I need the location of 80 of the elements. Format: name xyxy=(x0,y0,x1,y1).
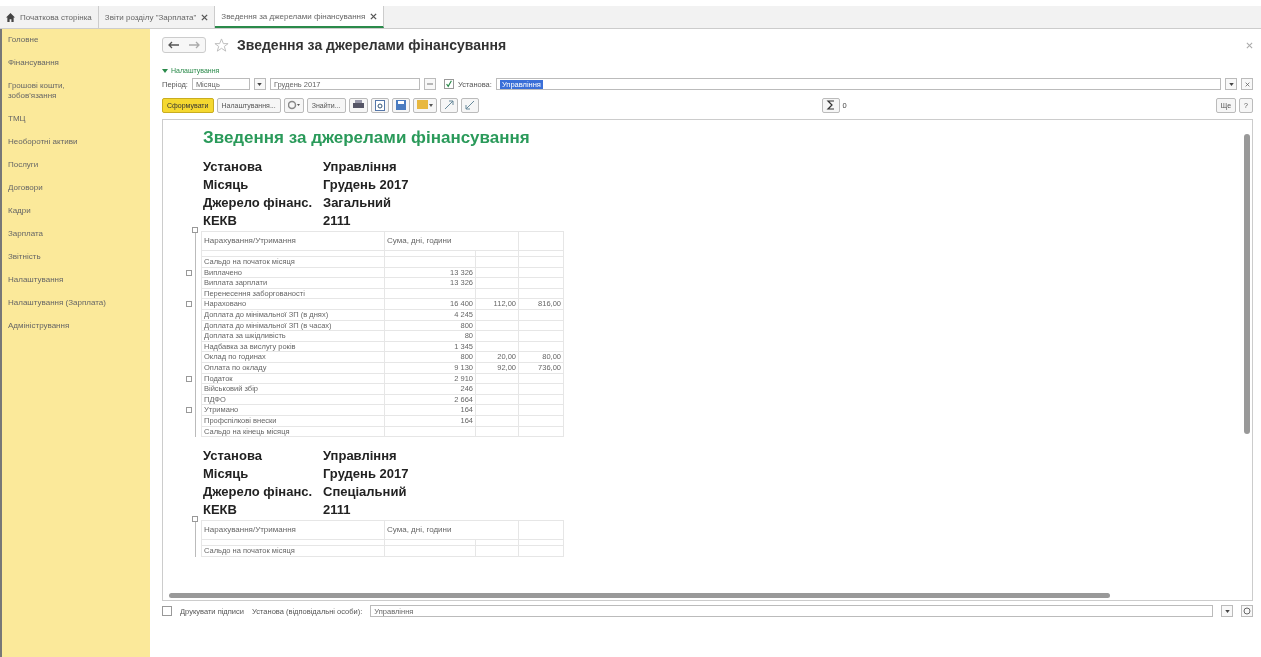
tab-label: Звіти розділу "Зарплата" xyxy=(104,12,197,22)
caret-icon xyxy=(1228,82,1234,86)
preview-icon xyxy=(374,99,385,111)
sidebar-item[interactable]: Необоротні активи xyxy=(8,137,98,147)
save-button[interactable] xyxy=(391,97,410,113)
sidebar-item[interactable]: Налаштування (Зарплата) xyxy=(8,298,148,308)
dropdown-button[interactable] xyxy=(1221,605,1233,617)
header-value: Грудень 2017 xyxy=(323,176,410,193)
collapse-icon[interactable] xyxy=(192,227,198,233)
header-value: 2111 xyxy=(323,212,352,229)
home-icon xyxy=(6,12,15,22)
sidebar-item[interactable]: Звітність xyxy=(8,252,98,262)
header-value: Управління xyxy=(323,158,398,175)
envelope-icon xyxy=(416,100,433,110)
header-label: Місяць xyxy=(203,465,250,483)
checkbox[interactable] xyxy=(162,606,172,616)
arrow-icon xyxy=(464,100,475,110)
sum-button[interactable] xyxy=(821,97,840,113)
sidebar-item[interactable]: Адміністрування xyxy=(8,321,148,331)
sigma-icon xyxy=(825,100,836,110)
sidebar-item[interactable]: Зарплата xyxy=(8,229,98,239)
select-button[interactable] xyxy=(423,78,436,90)
options-button[interactable] xyxy=(283,97,304,113)
sidebar-item[interactable]: Фінансування xyxy=(8,58,98,68)
header-label: КЕКВ xyxy=(203,212,238,229)
print-button[interactable] xyxy=(348,97,368,113)
sidebar-item[interactable]: Послуги xyxy=(8,160,98,170)
sidebar-item[interactable]: Грошові кошти, зобов'язання xyxy=(8,81,98,101)
sidebar-item[interactable]: Налаштування xyxy=(8,275,148,285)
header-label: Джерело фінанс. xyxy=(203,483,314,501)
header-label: Установа xyxy=(203,447,263,465)
collapse-icon[interactable] xyxy=(186,269,192,276)
arrow-icon xyxy=(443,100,454,110)
close-icon xyxy=(1244,81,1250,87)
collapse-icon[interactable] xyxy=(186,407,192,414)
column-header: Нарахування/Утримання xyxy=(201,231,385,251)
report-title: Зведення за джерелами фінансування xyxy=(203,128,531,148)
header-label: Джерело фінанс. xyxy=(203,194,314,211)
caret-icon xyxy=(257,82,263,86)
header-value: Грудень 2017 xyxy=(323,465,410,483)
column-header: Сума, дні, години xyxy=(384,520,476,540)
sidebar-item[interactable]: Договори xyxy=(8,183,98,193)
clear-button[interactable] xyxy=(1241,78,1253,90)
close-icon[interactable] xyxy=(201,13,209,21)
forward-icon[interactable] xyxy=(188,41,200,49)
tab-label: Зведення за джерелами фінансування xyxy=(221,11,366,21)
collapse-button[interactable] xyxy=(460,97,479,113)
header-value: 2111 xyxy=(323,501,352,519)
star-icon[interactable] xyxy=(214,37,229,53)
column-header: Нарахування/Утримання xyxy=(201,520,385,540)
expand-button[interactable] xyxy=(439,97,458,113)
circle-icon xyxy=(287,100,300,110)
page-tab[interactable]: Зведення за джерелами фінансування xyxy=(215,6,385,28)
mail-button[interactable] xyxy=(412,97,437,113)
header-value: Спеціальний xyxy=(323,483,408,501)
preview-button[interactable] xyxy=(370,97,389,113)
header-label: Установа xyxy=(203,158,263,175)
back-icon[interactable] xyxy=(168,41,180,49)
close-icon[interactable] xyxy=(370,12,378,20)
save-icon xyxy=(395,100,406,110)
printer-icon xyxy=(352,100,364,110)
collapse-icon[interactable] xyxy=(186,301,192,308)
sidebar-item[interactable]: Головне xyxy=(8,35,98,45)
column-header: Сума, дні, години xyxy=(384,231,476,251)
sidebar-item[interactable]: Кадри xyxy=(8,206,98,216)
dropdown-button[interactable] xyxy=(253,78,266,90)
tab-label: Початкова сторінка xyxy=(20,12,92,22)
header-value: Управління xyxy=(323,447,398,465)
header-label: КЕКВ xyxy=(203,501,238,519)
collapse-icon[interactable] xyxy=(186,375,192,382)
header-label: Місяць xyxy=(203,176,250,193)
form-title: Зведення за джерелами фінансування xyxy=(237,37,507,53)
dropdown-button[interactable] xyxy=(1225,78,1237,90)
collapse-icon[interactable] xyxy=(192,516,198,523)
caret-icon xyxy=(1224,609,1230,613)
page-tab[interactable]: Початкова сторінка xyxy=(0,6,99,28)
header-value: Загальний xyxy=(323,194,393,211)
sidebar-item[interactable]: ТМЦ xyxy=(8,114,98,124)
checkbox[interactable] xyxy=(443,79,454,89)
caret-icon xyxy=(162,67,168,74)
